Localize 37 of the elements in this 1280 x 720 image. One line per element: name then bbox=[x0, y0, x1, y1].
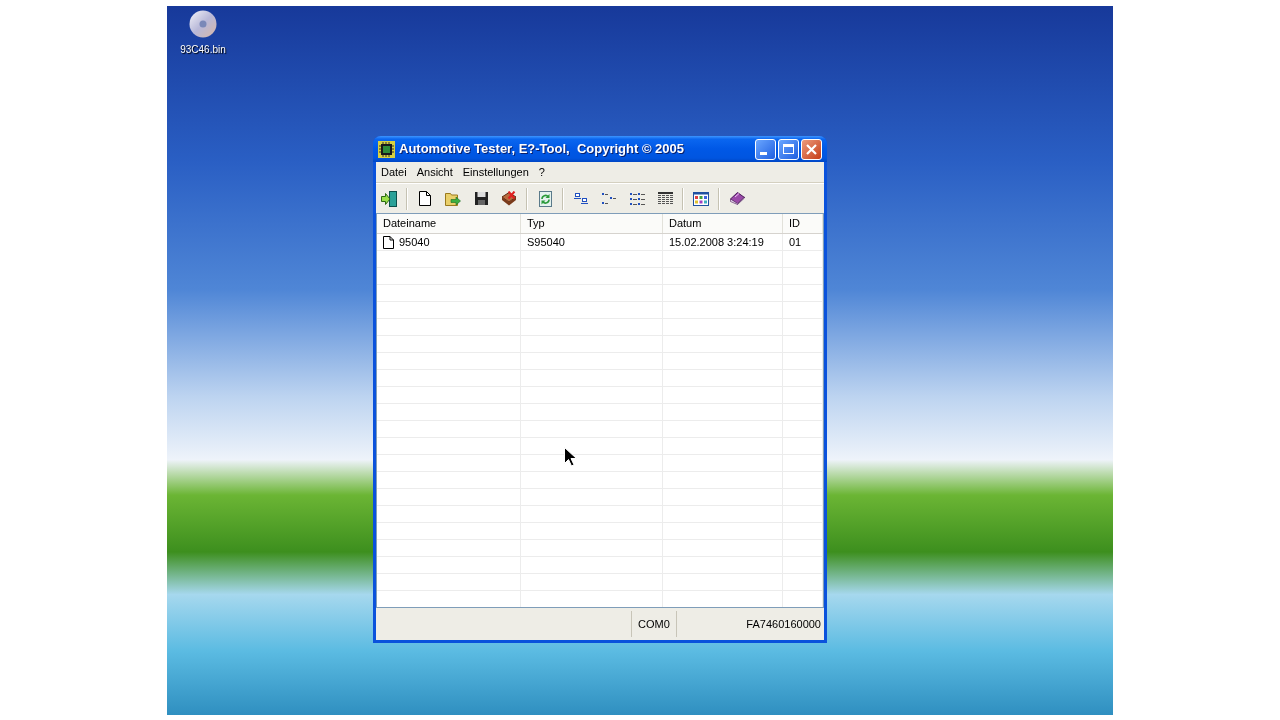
maximize-icon bbox=[783, 144, 794, 154]
mouse-pointer-icon bbox=[564, 447, 577, 467]
column-header[interactable]: Typ bbox=[521, 214, 663, 233]
window-title: Automotive Tester, E?-Tool, Copyright © 2005 bbox=[399, 140, 685, 159]
large-icons-icon[interactable] bbox=[574, 193, 588, 204]
book-icon[interactable] bbox=[729, 192, 745, 205]
minimize-button[interactable] bbox=[755, 138, 776, 160]
refresh-icon[interactable] bbox=[538, 190, 552, 207]
column-header[interactable]: ID bbox=[783, 214, 823, 233]
status-text: FA7460160000 bbox=[746, 616, 821, 632]
folder-arrow-icon[interactable] bbox=[445, 191, 461, 206]
small-icons-icon[interactable] bbox=[602, 192, 616, 205]
table-cell: 01 bbox=[783, 234, 823, 250]
book-cross-icon[interactable] bbox=[501, 191, 517, 206]
close-button[interactable] bbox=[801, 138, 822, 160]
menu-item[interactable]: Datei bbox=[376, 162, 412, 182]
maximize-button[interactable] bbox=[778, 138, 799, 160]
close-icon bbox=[806, 143, 817, 155]
disc-icon[interactable] bbox=[189, 10, 217, 38]
table-cell: 15.02.2008 3:24:19 bbox=[663, 234, 783, 250]
chip-icon bbox=[378, 140, 395, 158]
column-header[interactable]: Dateiname bbox=[377, 214, 521, 233]
document-icon bbox=[383, 235, 394, 249]
door-arrow-icon[interactable] bbox=[381, 190, 397, 207]
table-cell: S95040 bbox=[521, 234, 663, 250]
status-text: COM0 bbox=[638, 616, 670, 632]
minimize-icon bbox=[760, 151, 767, 155]
column-header[interactable]: Datum bbox=[663, 214, 783, 233]
menu-item[interactable]: ? bbox=[533, 162, 550, 182]
file-label[interactable]: 93C46.bin bbox=[180, 44, 226, 56]
details-icon[interactable] bbox=[657, 192, 673, 205]
menu-item[interactable]: Ansicht bbox=[411, 162, 458, 182]
document-icon[interactable] bbox=[419, 191, 431, 206]
list-icon[interactable] bbox=[629, 192, 645, 205]
list-item[interactable]: 95040 bbox=[377, 234, 521, 250]
color-grid-icon[interactable] bbox=[693, 191, 709, 206]
menu-item[interactable]: Einstellungen bbox=[457, 162, 534, 182]
